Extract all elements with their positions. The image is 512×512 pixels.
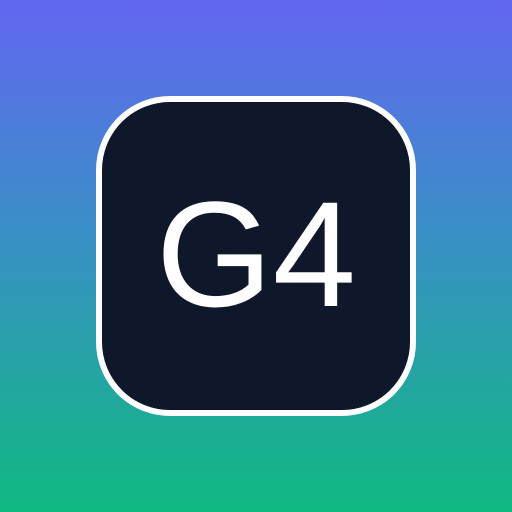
app-icon-tile: G4 — [96, 96, 416, 416]
badge-text: G4 — [155, 170, 357, 338]
